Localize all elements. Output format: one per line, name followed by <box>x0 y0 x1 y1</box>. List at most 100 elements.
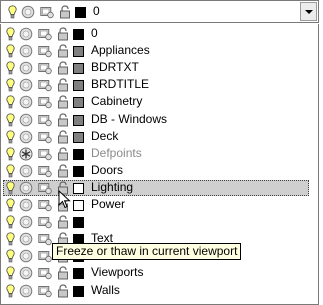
viewport-freeze-icon[interactable] <box>38 147 52 161</box>
color-swatch[interactable] <box>73 131 84 143</box>
padlock-icon[interactable] <box>57 129 69 144</box>
padlock-icon[interactable] <box>57 164 69 178</box>
layer-name: Defpoints <box>91 145 142 160</box>
color-swatch[interactable] <box>73 217 84 229</box>
color-swatch[interactable] <box>73 29 84 40</box>
lightbulb-icon[interactable] <box>6 129 15 144</box>
sun-icon[interactable] <box>19 181 33 195</box>
lightbulb-icon[interactable] <box>6 112 15 127</box>
snowflake-icon[interactable] <box>19 147 33 161</box>
color-swatch[interactable] <box>73 80 84 92</box>
layer-list[interactable]: 0 Appliances BDRTXT BRDTITLE Cabinetry DB - W… <box>0 24 319 305</box>
sun-icon[interactable] <box>19 232 33 246</box>
viewport-freeze-icon[interactable] <box>38 198 52 212</box>
sun-icon[interactable] <box>21 5 35 19</box>
color-swatch[interactable] <box>73 46 84 58</box>
color-swatch[interactable] <box>73 63 84 75</box>
lightbulb-icon[interactable] <box>6 215 15 229</box>
padlock-icon[interactable] <box>59 5 71 19</box>
layer-row[interactable]: Walls <box>3 283 303 299</box>
viewport-freeze-icon[interactable] <box>38 164 52 178</box>
viewport-freeze-icon[interactable] <box>38 27 52 41</box>
sun-icon[interactable] <box>19 27 33 41</box>
layer-row[interactable]: BDRTXT <box>3 60 303 76</box>
current-layer[interactable]: 0 <box>5 4 305 20</box>
layer-dropdown[interactable]: 0 <box>0 0 319 23</box>
color-swatch[interactable] <box>73 165 84 177</box>
lightbulb-icon[interactable] <box>6 95 15 109</box>
viewport-freeze-icon[interactable] <box>38 113 52 127</box>
color-swatch[interactable] <box>75 7 86 18</box>
viewport-freeze-icon[interactable] <box>38 44 52 58</box>
viewport-freeze-icon[interactable] <box>38 130 52 144</box>
sun-icon[interactable] <box>19 284 33 298</box>
lightbulb-icon[interactable] <box>6 44 15 58</box>
viewport-freeze-icon[interactable] <box>38 232 52 246</box>
viewport-freeze-icon[interactable] <box>40 5 54 19</box>
layer-row[interactable]: Appliances <box>3 43 303 59</box>
dropdown-arrow-button[interactable] <box>300 2 317 21</box>
padlock-icon[interactable] <box>57 283 69 298</box>
layer-row[interactable]: Defpoints <box>3 146 303 162</box>
layer-row[interactable]: Doors <box>3 163 303 179</box>
sun-icon[interactable] <box>19 130 33 144</box>
padlock-icon[interactable] <box>57 44 69 58</box>
layer-row[interactable]: Viewports <box>3 265 303 281</box>
padlock-icon[interactable] <box>57 112 69 127</box>
lightbulb-icon[interactable] <box>6 232 15 246</box>
lightbulb-icon[interactable] <box>6 61 15 75</box>
color-swatch[interactable] <box>73 268 84 280</box>
viewport-freeze-icon[interactable] <box>38 78 52 92</box>
lightbulb-icon[interactable] <box>6 164 15 178</box>
layer-name: Doors <box>91 162 124 177</box>
layer-row[interactable]: DB - Windows <box>3 112 303 128</box>
layer-row[interactable]: Cabinetry <box>3 94 303 110</box>
viewport-freeze-icon[interactable] <box>38 95 52 109</box>
lightbulb-icon[interactable] <box>6 283 15 298</box>
sun-icon[interactable] <box>19 95 33 109</box>
layer-row[interactable]: 0 <box>3 26 303 42</box>
padlock-icon[interactable] <box>57 266 69 280</box>
color-swatch[interactable] <box>73 285 84 297</box>
padlock-icon[interactable] <box>57 61 69 75</box>
sun-icon[interactable] <box>19 164 33 178</box>
viewport-freeze-icon[interactable] <box>38 181 52 195</box>
viewport-freeze-icon[interactable] <box>38 284 52 298</box>
padlock-icon[interactable] <box>57 215 69 229</box>
lightbulb-icon[interactable] <box>6 78 15 92</box>
color-swatch[interactable] <box>73 97 84 109</box>
color-swatch[interactable] <box>73 148 84 160</box>
viewport-freeze-icon[interactable] <box>38 266 52 280</box>
lightbulb-icon[interactable] <box>6 181 15 195</box>
layer-name: Lighting <box>91 179 134 194</box>
padlock-icon[interactable] <box>57 147 69 161</box>
lightbulb-icon[interactable] <box>6 27 15 41</box>
sun-icon[interactable] <box>19 61 33 75</box>
sun-icon[interactable] <box>19 113 33 127</box>
lightbulb-icon[interactable] <box>6 198 15 212</box>
viewport-freeze-icon[interactable] <box>38 249 52 263</box>
padlock-icon[interactable] <box>57 78 69 92</box>
layer-row[interactable]: Lighting <box>3 179 309 196</box>
padlock-icon[interactable] <box>57 95 69 109</box>
color-swatch[interactable] <box>73 200 84 211</box>
padlock-icon[interactable] <box>57 27 69 41</box>
lightbulb-icon[interactable] <box>6 249 15 263</box>
viewport-freeze-icon[interactable] <box>38 61 52 75</box>
layer-row[interactable] <box>3 214 303 230</box>
color-swatch[interactable] <box>73 114 84 126</box>
layer-row[interactable]: Deck <box>3 129 303 145</box>
sun-icon[interactable] <box>19 249 33 263</box>
sun-icon[interactable] <box>19 44 33 58</box>
lightbulb-icon[interactable] <box>6 266 15 280</box>
lightbulb-icon[interactable] <box>8 5 17 19</box>
sun-icon[interactable] <box>19 78 33 92</box>
viewport-freeze-icon[interactable] <box>38 215 52 229</box>
sun-icon[interactable] <box>19 198 33 212</box>
color-swatch[interactable] <box>73 182 84 194</box>
lightbulb-icon[interactable] <box>6 147 15 161</box>
sun-icon[interactable] <box>19 266 33 280</box>
sun-icon[interactable] <box>19 215 33 229</box>
layer-row[interactable]: Power <box>3 197 303 213</box>
layer-row[interactable]: BRDTITLE <box>3 77 303 93</box>
